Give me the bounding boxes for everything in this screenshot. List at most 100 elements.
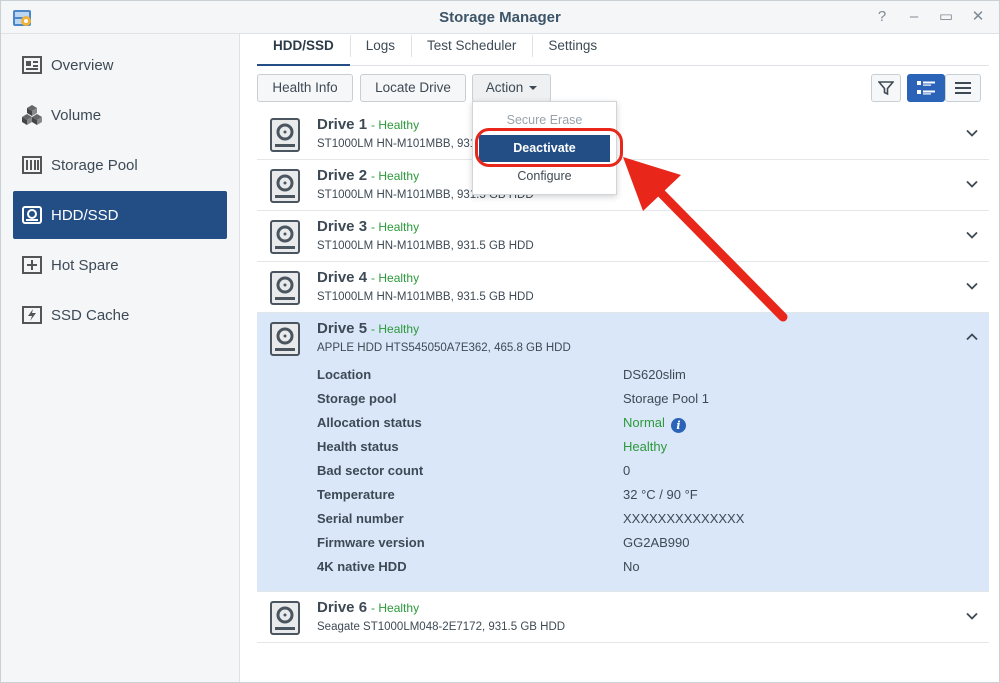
drive-name-text: Drive 4 (317, 269, 368, 286)
list-view-button[interactable] (945, 74, 981, 102)
detail-row: Health status Healthy (317, 439, 937, 463)
detail-value: GG2AB990 (623, 535, 690, 550)
drive-row[interactable]: Drive 3- Healthy ST1000LM HN-M101MBB, 93… (257, 211, 989, 262)
hdd-icon (21, 204, 43, 226)
sidebar-item-label: HDD/SSD (51, 206, 119, 224)
drive-name: Drive 5- Healthy (317, 320, 419, 337)
help-button[interactable]: ? (871, 7, 893, 27)
sidebar-item-label: Storage Pool (51, 156, 138, 174)
menu-item-configure[interactable]: Configure (473, 164, 616, 188)
action-button[interactable]: Action (472, 74, 551, 102)
drive-status: - Healthy (371, 271, 420, 285)
detail-value: No (623, 559, 640, 574)
drive-description: APPLE HDD HTS545050A7E362, 465.8 GB HDD (317, 342, 571, 354)
detail-view-button[interactable] (907, 74, 945, 102)
tab-test-scheduler[interactable]: Test Scheduler (411, 34, 532, 66)
menu-item-secure-erase: Secure Erase (506, 113, 583, 127)
detail-row: 4K native HDD No (317, 559, 937, 583)
drive-name-text: Drive 2 (317, 167, 368, 184)
chevron-down-icon[interactable] (965, 126, 979, 140)
drive-name: Drive 6- Healthy (317, 599, 419, 616)
detail-value: DS620slim (623, 367, 686, 382)
storage-manager-window: Storage Manager ? – ▭ ✕ Overview Volume … (0, 0, 1000, 683)
chevron-down-icon[interactable] (965, 279, 979, 293)
filter-icon (877, 81, 895, 96)
sidebar-item-label: SSD Cache (51, 306, 130, 324)
drive-name-text: Drive 1 (317, 116, 368, 133)
drive-row[interactable]: Drive 1- Healthy ST1000LM HN-M101MBB, 93… (257, 109, 989, 160)
window-title: Storage Manager (439, 9, 561, 26)
storage-pool-icon (21, 154, 43, 176)
detail-view-icon (917, 81, 935, 95)
drive-status: - Healthy (371, 118, 420, 132)
drive-status: - Healthy (371, 220, 420, 234)
detail-value: 32 °C / 90 °F (623, 487, 698, 502)
maximize-button[interactable]: ▭ (935, 7, 957, 27)
action-button-label: Action (485, 80, 524, 95)
list-view-icon (955, 82, 971, 94)
detail-row: Temperature 32 °C / 90 °F (317, 487, 937, 511)
detail-label: Temperature (317, 487, 395, 502)
info-icon[interactable]: i (670, 418, 686, 433)
filter-button[interactable] (871, 74, 901, 102)
health-info-button[interactable]: Health Info (257, 74, 353, 102)
drive-status: - Healthy (371, 601, 420, 615)
sidebar: Overview Volume Storage Pool HDD/SSD Hot… (1, 34, 240, 682)
sidebar-item-volume[interactable]: Volume (13, 91, 227, 139)
window-controls: ? – ▭ ✕ (871, 7, 989, 27)
detail-value: 0 (623, 463, 631, 478)
detail-row: Storage pool Storage Pool 1 (317, 391, 937, 415)
detail-value: Storage Pool 1 (623, 391, 710, 406)
sidebar-item-hdd-ssd[interactable]: HDD/SSD (13, 191, 227, 239)
detail-value-wrap: Normal i (623, 415, 686, 433)
drive-row[interactable]: Drive 6- Healthy Seagate ST1000LM048-2E7… (257, 592, 989, 643)
overview-icon (21, 54, 43, 76)
drive-name-text: Drive 5 (317, 320, 368, 337)
drive-description: Seagate ST1000LM048-2E7172, 931.5 GB HDD (317, 621, 566, 633)
action-menu: Secure Erase Deactivate Configure (472, 101, 617, 195)
chevron-down-icon[interactable] (965, 609, 979, 623)
drive-name: Drive 4- Healthy (317, 269, 419, 286)
drive-name: Drive 2- Healthy (317, 167, 419, 184)
hdd-drive-icon (270, 220, 300, 254)
detail-row: Allocation status Normal i (317, 415, 937, 439)
tab-hdd-ssd[interactable]: HDD/SSD (257, 34, 350, 66)
detail-row: Bad sector count 0 (317, 463, 937, 487)
drive-name-text: Drive 3 (317, 218, 368, 235)
detail-label: Allocation status (317, 415, 422, 430)
drive-description: ST1000LM HN-M101MBB, 931.5 GB HDD (317, 240, 534, 252)
drive-description: ST1000LM HN-M101MBB, 931.5 GB HDD (317, 291, 534, 303)
detail-label: Storage pool (317, 391, 397, 406)
chevron-down-icon[interactable] (965, 228, 979, 242)
ssd-cache-icon (21, 304, 43, 326)
drive-row[interactable]: Drive 4- Healthy ST1000LM HN-M101MBB, 93… (257, 262, 989, 313)
tab-settings[interactable]: Settings (532, 34, 613, 66)
toolbar: Health Info Locate Drive Action (257, 74, 989, 102)
sidebar-item-ssd-cache[interactable]: SSD Cache (13, 291, 227, 339)
tab-logs[interactable]: Logs (349, 34, 411, 66)
minimize-button[interactable]: – (903, 7, 925, 27)
sidebar-item-hot-spare[interactable]: Hot Spare (13, 241, 227, 289)
drive-list: Drive 1- Healthy ST1000LM HN-M101MBB, 93… (257, 109, 989, 643)
close-button[interactable]: ✕ (967, 7, 989, 27)
detail-label: Location (317, 367, 372, 382)
detail-label: Health status (317, 439, 399, 454)
chevron-up-icon[interactable] (965, 330, 979, 344)
sidebar-item-storage-pool[interactable]: Storage Pool (13, 141, 227, 189)
drive-details: Location DS620slim Storage pool Storage Po… (317, 367, 937, 583)
drive-row-expanded[interactable]: Drive 5- Healthy APPLE HDD HTS545050A7E3… (257, 313, 989, 592)
locate-drive-button[interactable]: Locate Drive (360, 74, 466, 102)
detail-row: Serial number XXXXXXXXXXXXXX (317, 511, 937, 535)
menu-item-deactivate[interactable]: Deactivate (479, 135, 610, 162)
hdd-drive-icon (270, 322, 300, 356)
drive-name: Drive 1- Healthy (317, 116, 419, 133)
detail-label: Serial number (317, 511, 404, 526)
sidebar-item-overview[interactable]: Overview (13, 41, 227, 89)
hot-spare-icon (21, 254, 43, 276)
detail-label: 4K native HDD (317, 559, 407, 574)
detail-label: Bad sector count (317, 463, 424, 478)
hdd-drive-icon (270, 169, 300, 203)
drive-name-text: Drive 6 (317, 599, 368, 616)
chevron-down-icon[interactable] (965, 177, 979, 191)
drive-row[interactable]: Drive 2- Healthy ST1000LM HN-M101MBB, 93… (257, 160, 989, 211)
